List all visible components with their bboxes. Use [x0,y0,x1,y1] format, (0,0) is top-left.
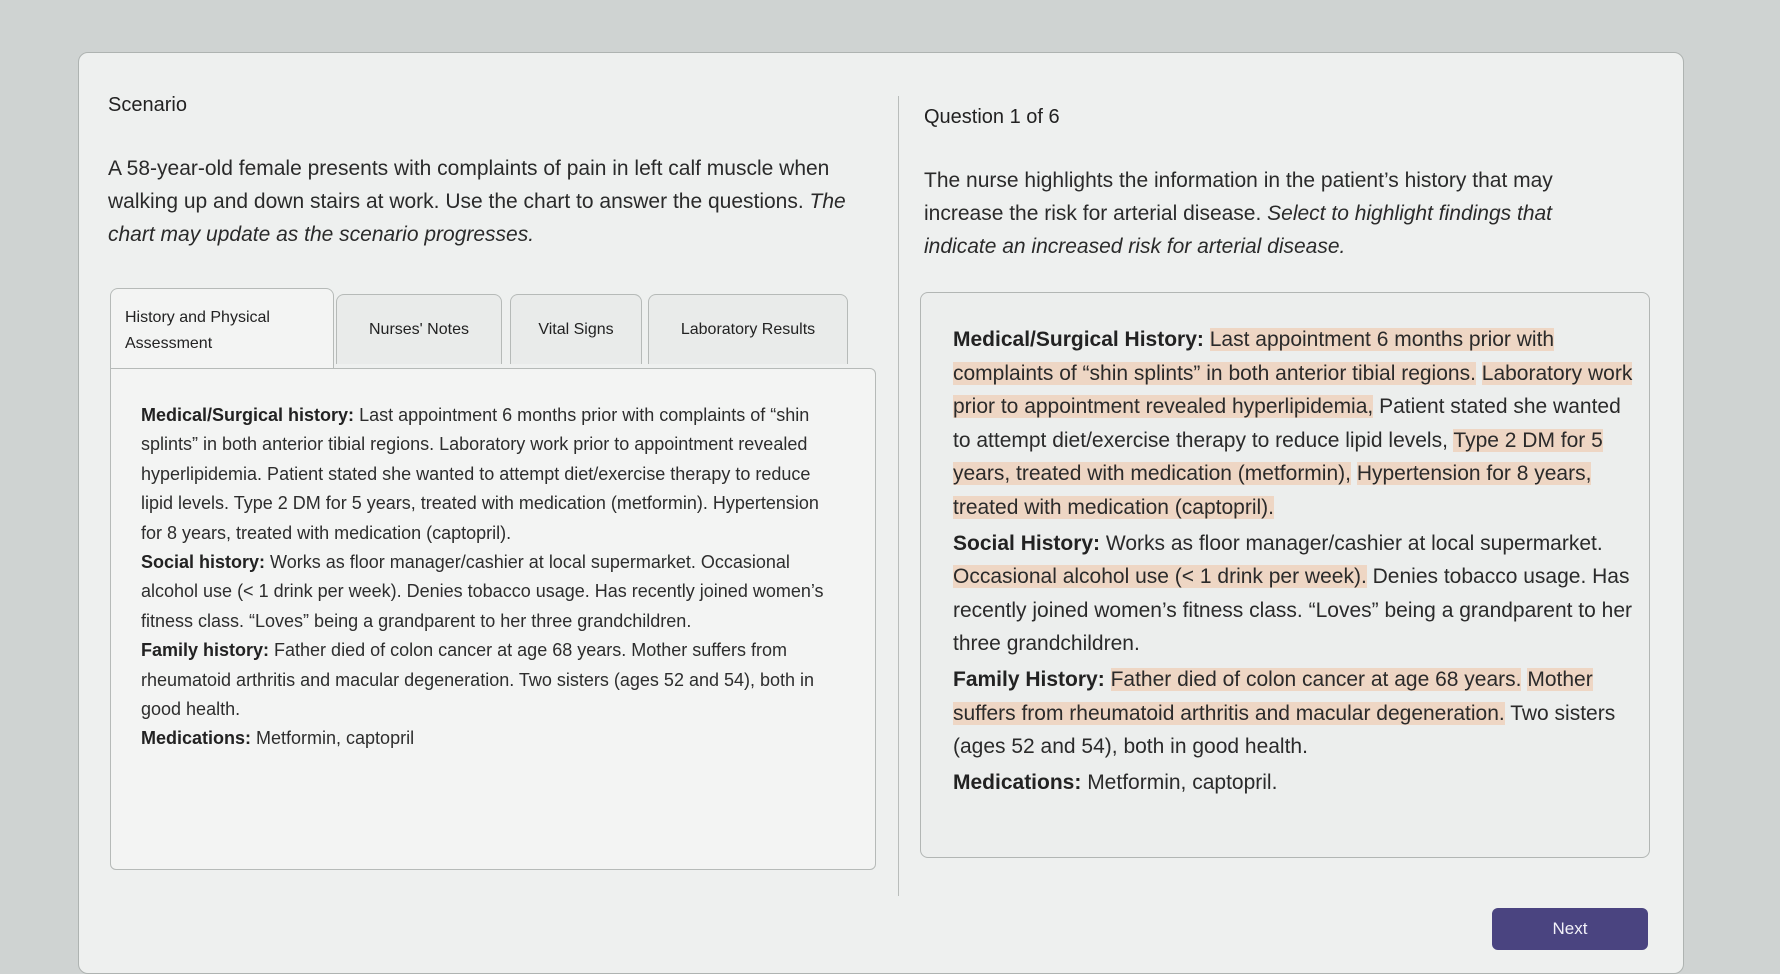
question-counter: Question 1 of 6 [924,106,1060,128]
answer-medical-history: Medical/Surgical History: Last appointme… [953,323,1633,525]
highlight-segment[interactable]: Father died of colon cancer at age 68 ye… [1110,667,1522,691]
scenario-label: Scenario [108,94,187,116]
chart-med-text: Last appointment 6 months prior with com… [141,405,819,543]
chart-social-history: Social history: Works as floor manager/c… [141,548,841,636]
highlight-segment[interactable]: Occasional alcohol use (< 1 drink per we… [953,565,1367,589]
answer-family-history: Family History: Father died of colon can… [953,663,1633,764]
column-divider [898,96,899,896]
highlight-segment[interactable]: Works as floor manager/cashier at local … [1106,532,1603,555]
chart-meds-heading: Medications: [141,728,252,749]
next-button[interactable]: Next [1492,908,1648,950]
highlight-answer-box: Medical/Surgical History: Last appointme… [920,292,1650,858]
tab-vital-signs[interactable]: Vital Signs [510,294,642,364]
answer-social-heading: Social History: [953,531,1101,555]
tab-history-physical[interactable]: History and Physical Assessment [110,288,334,368]
chart-family-history: Family history: Father died of colon can… [141,636,841,724]
chart-text: Medical/Surgical history: Last appointme… [141,401,841,754]
answer-meds-heading: Medications: [953,770,1082,794]
answer-meds-text: Metformin, captopril. [1081,770,1278,794]
scenario-text-plain: A 58-year-old female presents with compl… [108,157,830,213]
answer-med-heading: Medical/Surgical History: [953,328,1204,351]
answer-social-history: Social History: Works as floor manager/c… [953,527,1633,661]
chart-medical-history: Medical/Surgical history: Last appointme… [141,401,841,548]
scenario-text: A 58-year-old female presents with compl… [108,152,898,251]
question-text: The nurse highlights the information in … [924,164,1624,263]
tab-nurses-notes[interactable]: Nurses' Notes [336,294,502,364]
highlight-segment[interactable]: Denies tobacco usage. [1373,565,1587,588]
chart-medications: Medications: Metformin, captopril [141,724,841,753]
chart-family-heading: Family history: [141,640,270,661]
answer-text: Medical/Surgical History: Last appointme… [953,323,1633,801]
chart-content-box: Medical/Surgical history: Last appointme… [110,368,876,870]
tab-laboratory-results[interactable]: Laboratory Results [648,294,848,364]
chart-meds-text: Metformin, captopril [251,728,415,749]
chart-social-heading: Social history: [141,552,266,573]
answer-family-heading: Family History: [953,667,1105,691]
answer-medications: Medications: Metformin, captopril. [953,766,1633,800]
chart-med-heading: Medical/Surgical history: [141,405,355,425]
